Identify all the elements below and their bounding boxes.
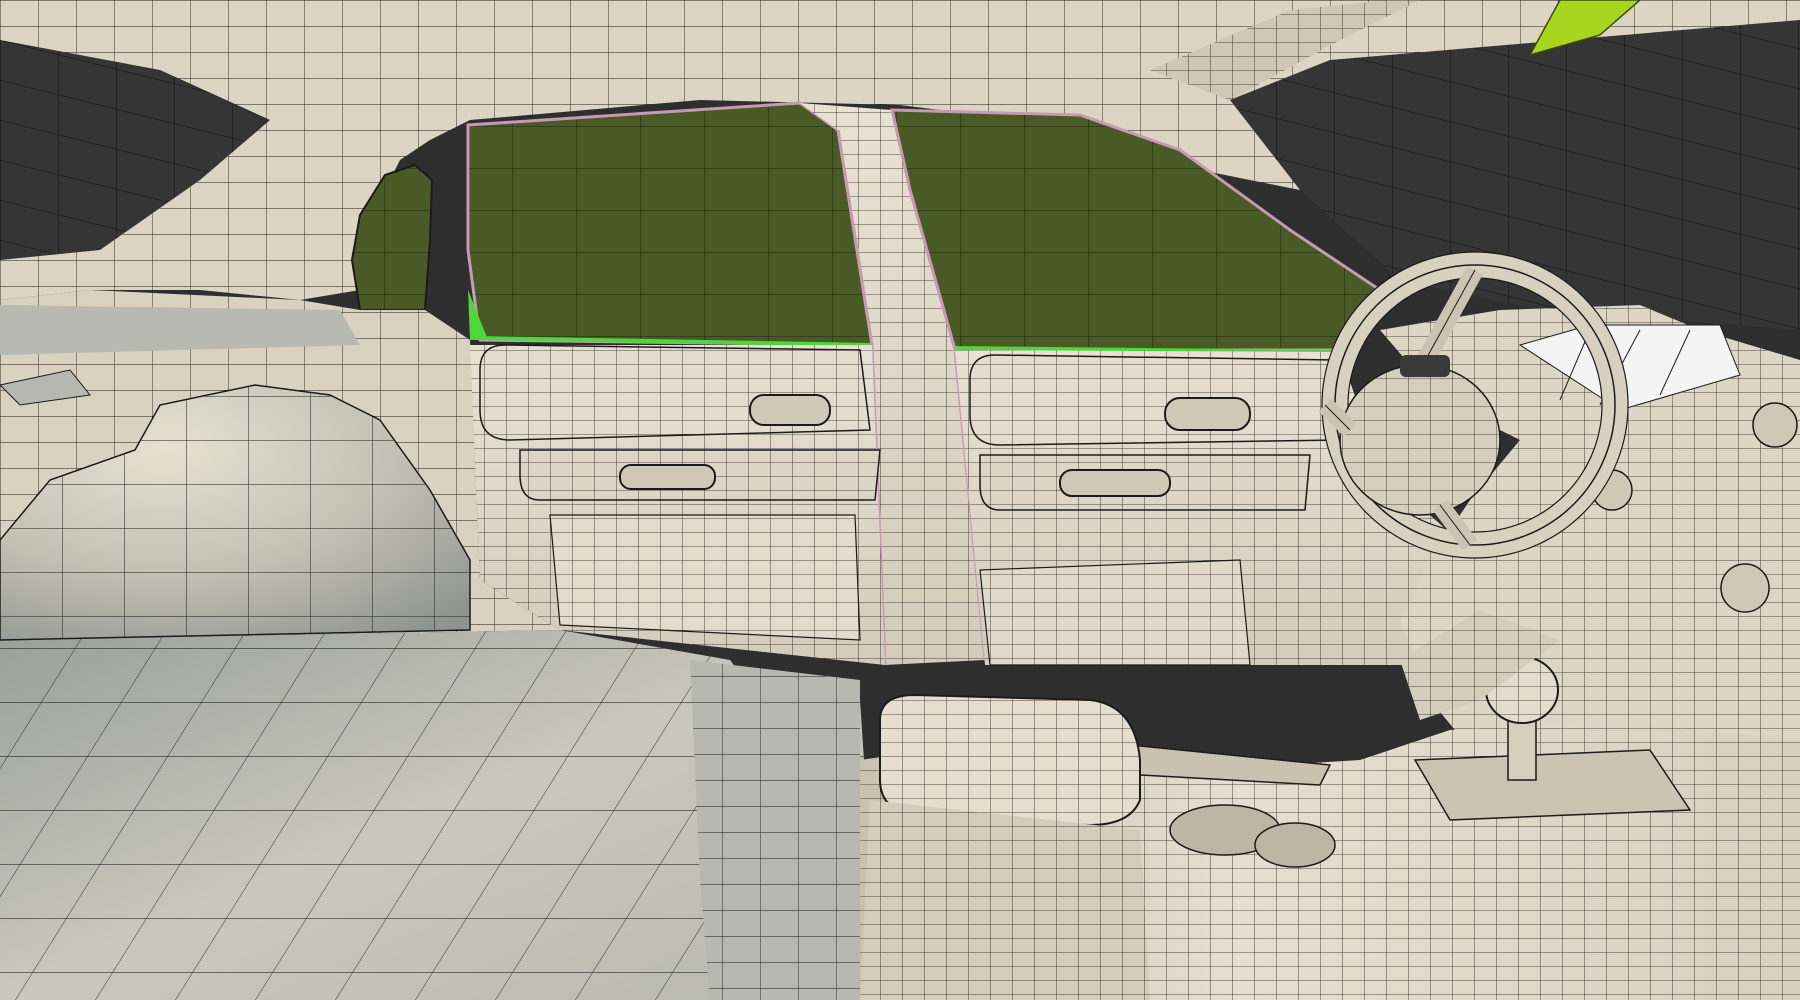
armrest[interactable] <box>860 693 1150 1000</box>
air-vent[interactable] <box>1720 563 1770 613</box>
mesh-render[interactable] <box>0 0 1800 1000</box>
door-handle[interactable] <box>1164 397 1251 431</box>
door-pull[interactable] <box>619 464 716 490</box>
door-pull[interactable] <box>1059 469 1171 497</box>
door-handle[interactable] <box>749 394 831 426</box>
tunnel-step <box>690 660 860 1000</box>
horn-pad[interactable] <box>1400 355 1450 377</box>
shift-boot <box>1413 749 1692 821</box>
rear-door-window[interactable] <box>466 101 874 347</box>
air-vent[interactable] <box>1752 402 1798 448</box>
3d-viewport[interactable] <box>0 0 1800 1000</box>
cup-holder[interactable] <box>1254 822 1336 868</box>
